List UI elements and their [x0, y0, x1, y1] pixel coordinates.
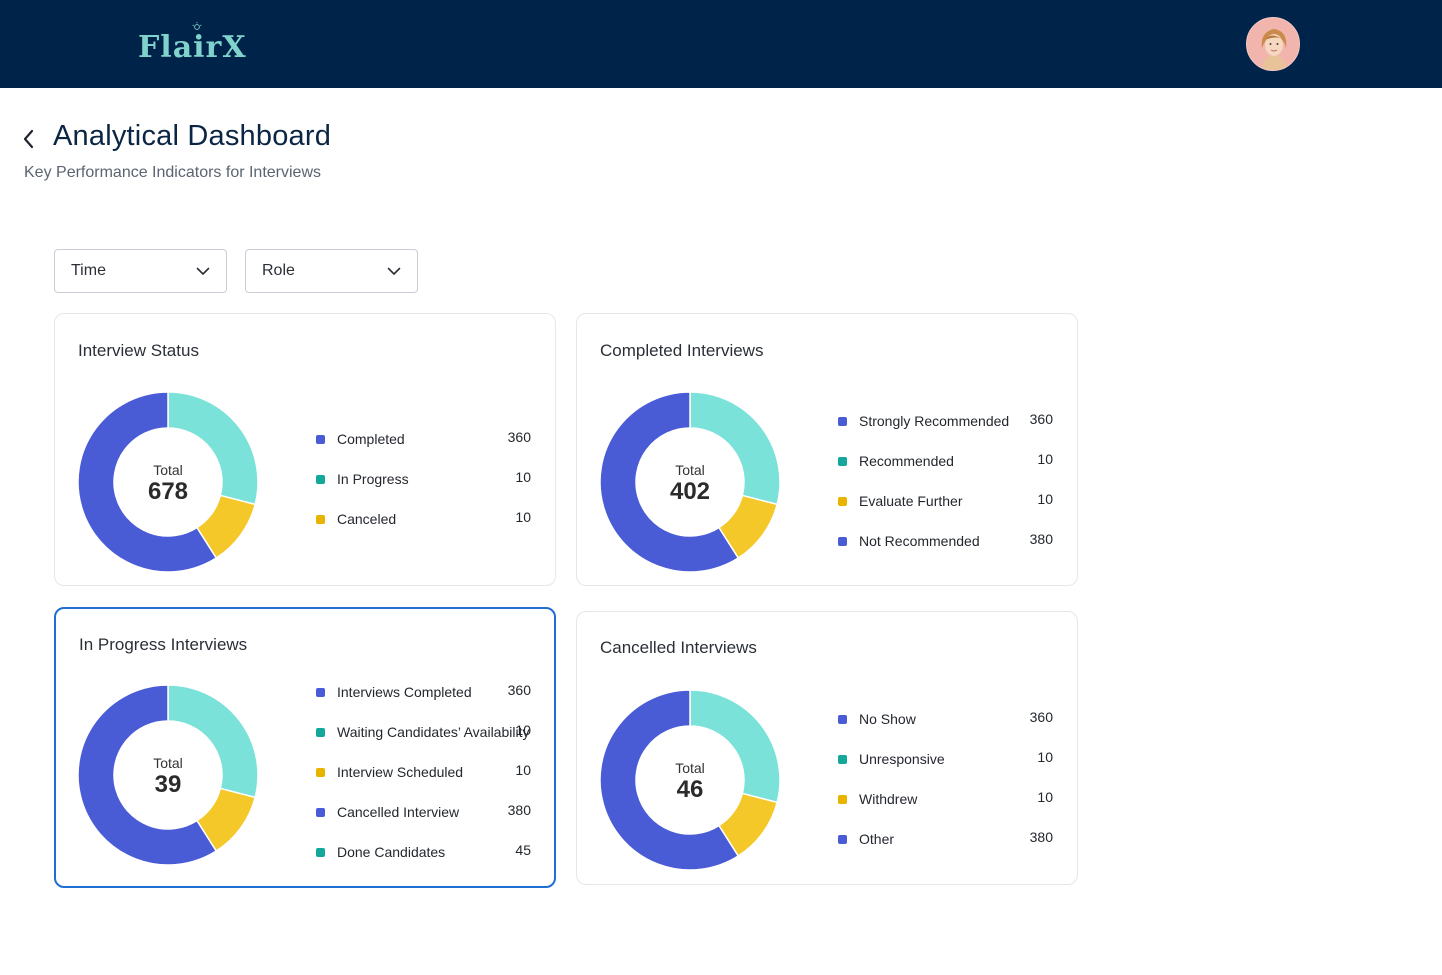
total-label: Total	[675, 462, 705, 478]
legend-item-interview-scheduled: Interview Scheduled 10	[316, 762, 531, 783]
chevron-down-icon	[387, 267, 401, 275]
legend-value: 10	[1037, 789, 1053, 805]
legend-value: 10	[515, 762, 531, 778]
legend-value: 360	[1029, 411, 1053, 427]
legend-item-interviews-completed: Interviews Completed 360	[316, 682, 531, 703]
legend-label: Done Candidates	[337, 844, 446, 860]
legend-item-strongly-recommended: Strongly Recommended 360	[838, 411, 1053, 432]
legend-label: Strongly Recommended	[859, 413, 1010, 429]
legend-label: No Show	[859, 711, 916, 727]
legend-value: 380	[1029, 531, 1053, 547]
legend-label: Interview Scheduled	[337, 764, 464, 780]
legend-value: 10	[515, 469, 531, 485]
time-filter-label: Time	[71, 262, 106, 279]
legend-item-in-progress: In Progress 10	[316, 469, 531, 490]
chevron-down-icon	[196, 267, 210, 275]
interview-status-card[interactable]: Interview Status Total 678 Completed 360…	[54, 313, 556, 586]
in-progress-interviews-donut-chart: Total 39	[78, 685, 258, 865]
card-title: Cancelled Interviews	[600, 638, 757, 657]
legend-label: Cancelled Interview	[337, 804, 460, 820]
card-title: In Progress Interviews	[79, 635, 248, 654]
legend-dot	[316, 768, 325, 777]
legend-dot	[838, 715, 847, 724]
legend-label: Interviews Completed	[337, 684, 472, 700]
legend-dot	[838, 835, 847, 844]
time-filter-dropdown[interactable]: Time	[54, 249, 227, 293]
legend-dot	[838, 417, 847, 426]
card-title: Completed Interviews	[600, 341, 764, 360]
total-label: Total	[675, 760, 705, 776]
legend-value: 10	[1037, 491, 1053, 507]
legend-label: Not Recommended	[859, 533, 980, 549]
total-label: Total	[153, 462, 183, 478]
interview-status-donut-chart: Total 678	[78, 392, 258, 572]
legend-value: 380	[1029, 829, 1053, 845]
legend-dot	[316, 728, 325, 737]
avatar-portrait-icon	[1247, 18, 1299, 70]
legend-value: 380	[507, 802, 531, 818]
legend-value: 360	[507, 429, 531, 445]
legend-item-waiting-availability: Waiting Candidates’ Availability 10	[316, 722, 531, 743]
legend-item-other: Other 380	[838, 829, 1053, 850]
legend-dot	[316, 435, 325, 444]
legend-dot	[838, 537, 847, 546]
completed-interviews-donut-chart: Total 402	[600, 392, 780, 572]
cancelled-interviews-donut-chart: Total 46	[600, 690, 780, 870]
back-button[interactable]	[16, 124, 42, 154]
chevron-left-icon	[23, 129, 34, 149]
legend-dot	[838, 795, 847, 804]
legend-label: Canceled	[337, 511, 397, 527]
total-value: 402	[669, 478, 711, 505]
total-label: Total	[153, 755, 183, 771]
role-filter-label: Role	[262, 262, 295, 279]
page-title: Analytical Dashboard	[53, 120, 332, 152]
legend-dot	[838, 497, 847, 506]
legend-value: 10	[1037, 451, 1053, 467]
in-progress-interviews-card[interactable]: In Progress Interviews Total 39 Intervie…	[54, 607, 556, 888]
legend-label: Withdrew	[859, 791, 918, 807]
legend-label: Unresponsive	[859, 751, 945, 767]
legend-value: 360	[507, 682, 531, 698]
legend-item-canceled: Canceled 10	[316, 509, 531, 530]
legend-item-completed: Completed 360	[316, 429, 531, 450]
legend-item-no-show: No Show 360	[838, 709, 1053, 730]
legend-value: 10	[515, 509, 531, 525]
logo-text: FlairX	[138, 30, 247, 65]
legend-dot	[316, 808, 325, 817]
role-filter-dropdown[interactable]: Role	[245, 249, 418, 293]
cancelled-interviews-card[interactable]: Cancelled Interviews Total 46 No Show 36…	[576, 611, 1078, 885]
completed-interviews-card[interactable]: Completed Interviews Total 402 Strongly …	[576, 313, 1078, 586]
legend-item-not-recommended: Not Recommended 380	[838, 531, 1053, 552]
legend-label: Completed	[337, 431, 405, 447]
page-subtitle: Key Performance Indicators for Interview…	[24, 164, 322, 181]
legend-value: 10	[1037, 749, 1053, 765]
legend-label: Other	[859, 831, 895, 847]
legend-item-withdrew: Withdrew 10	[838, 789, 1053, 810]
user-avatar[interactable]	[1246, 17, 1300, 71]
legend-label: Recommended	[859, 453, 954, 469]
legend-item-cancelled-interview: Cancelled Interview 380	[316, 802, 531, 823]
legend-dot	[316, 848, 325, 857]
legend-item-done-candidates: Done Candidates 45	[316, 842, 531, 863]
legend-dot	[316, 475, 325, 484]
total-value: 39	[154, 771, 182, 798]
legend-dot	[316, 515, 325, 524]
legend-value: 10	[515, 722, 531, 738]
total-value: 46	[676, 776, 704, 803]
legend-dot	[838, 457, 847, 466]
lightbulb-icon	[192, 22, 202, 30]
top-navigation-bar: FlairX	[0, 0, 1442, 88]
legend-value: 45	[515, 842, 531, 858]
legend-item-evaluate-further: Evaluate Further 10	[838, 491, 1053, 512]
legend-label: Evaluate Further	[859, 493, 963, 509]
legend-item-recommended: Recommended 10	[838, 451, 1053, 472]
legend-dot	[838, 755, 847, 764]
legend-dot	[316, 688, 325, 697]
card-title: Interview Status	[78, 341, 199, 360]
legend-value: 360	[1029, 709, 1053, 725]
total-value: 678	[147, 478, 189, 505]
legend-item-unresponsive: Unresponsive 10	[838, 749, 1053, 770]
legend-label: In Progress	[337, 471, 409, 487]
